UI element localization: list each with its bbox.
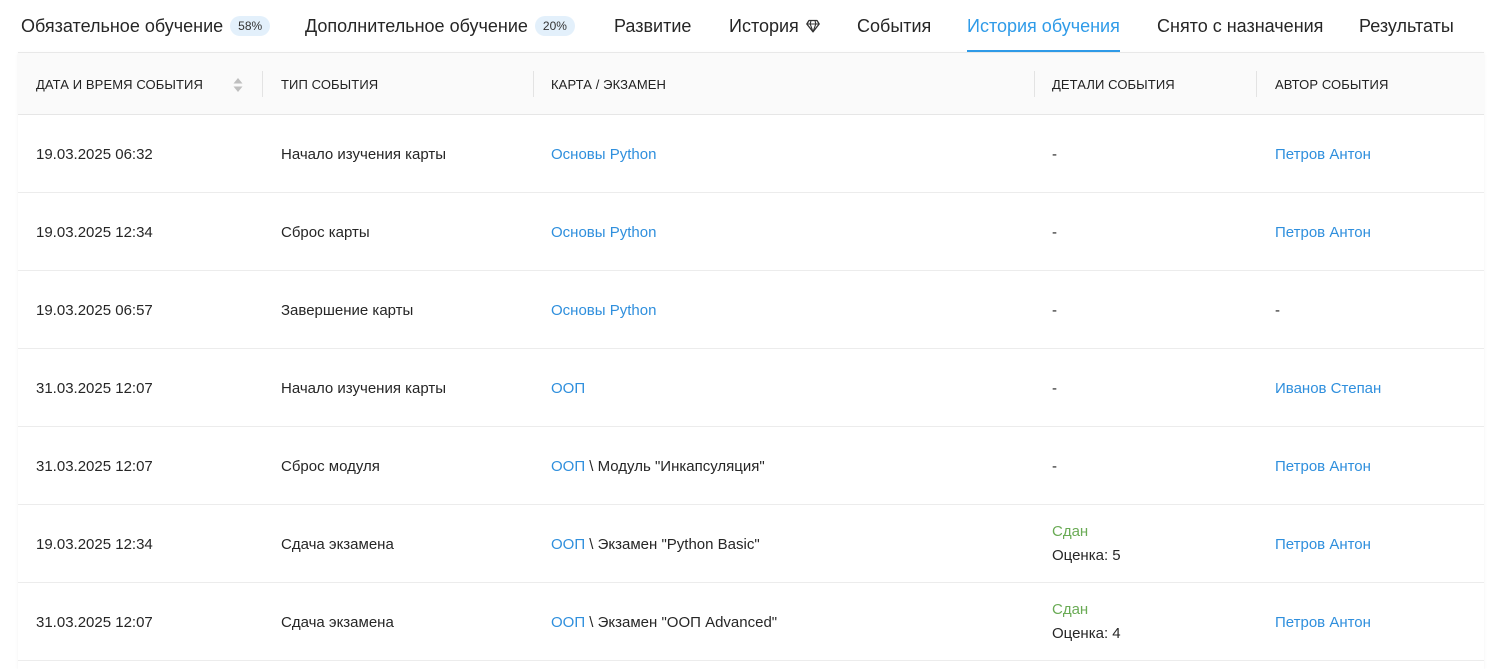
cell-datetime: 31.03.2025 12:07 (36, 379, 153, 397)
learning-history-table: ДАТА И ВРЕМЯ СОБЫТИЯ ТИП СОБЫТИЯ КАРТА /… (18, 52, 1484, 669)
cell-datetime: 31.03.2025 12:07 (36, 613, 153, 631)
tab-events[interactable]: События (857, 0, 931, 52)
column-divider (1256, 71, 1257, 97)
table-row: 31.03.2025 12:07 Сброс модуля ООП \ Моду… (18, 427, 1484, 505)
cell-details: - (1052, 301, 1057, 319)
column-header-datetime[interactable]: ДАТА И ВРЕМЯ СОБЫТИЯ (36, 53, 203, 115)
exam-name: \ Экзамен "Python Basic" (589, 535, 760, 553)
cell-card: ООП \ Модуль "Инкапсуляция" (551, 427, 765, 505)
tab-additional-learning[interactable]: Дополнительное обучение 20% (305, 0, 575, 52)
tab-learning-history[interactable]: История обучения (967, 0, 1120, 52)
author-link[interactable]: Иванов Степан (1275, 380, 1381, 397)
cell-author: Петров Антон (1275, 505, 1371, 583)
cell-event-type: Начало изучения карты (281, 379, 447, 397)
card-link[interactable]: Основы Python (551, 224, 656, 241)
exam-grade: Оценка: 4 (1052, 625, 1121, 642)
table-header: ДАТА И ВРЕМЯ СОБЫТИЯ ТИП СОБЫТИЯ КАРТА /… (18, 53, 1484, 115)
cell-datetime: 19.03.2025 06:32 (36, 145, 153, 163)
tab-label: Обязательное обучение (21, 15, 224, 36)
cell-card: Основы Python (551, 271, 656, 349)
column-header-label: КАРТА / ЭКЗАМЕН (551, 76, 667, 92)
table-row: 31.03.2025 12:07 Начало изучения карты О… (18, 349, 1484, 427)
tab-label: Дополнительное обучение (305, 15, 528, 36)
column-header-label: ДЕТАЛИ СОБЫТИЯ (1052, 76, 1175, 92)
cell-event-type: Сброс модуля (281, 457, 380, 475)
cell-card: Основы Python (551, 115, 656, 193)
table-row: 19.03.2025 12:34 Сброс карты Основы Pyth… (18, 193, 1484, 271)
author-link[interactable]: Петров Антон (1275, 614, 1371, 631)
tab-unassigned[interactable]: Снято с назначения (1157, 0, 1323, 52)
column-divider (533, 71, 534, 97)
tab-label: История (729, 15, 799, 36)
cell-details: Сдан Оценка: 5 (1052, 505, 1121, 583)
cell-author: - (1275, 301, 1280, 319)
cell-card: ООП \ Экзамен "Python Basic" (551, 505, 760, 583)
tab-history[interactable]: История (729, 0, 820, 52)
cell-details: - (1052, 457, 1057, 475)
tab-bar: Обязательное обучение 58% Дополнительное… (0, 0, 1491, 52)
cell-author: Петров Антон (1275, 427, 1371, 505)
tab-label: Развитие (614, 15, 692, 36)
tab-results[interactable]: Результаты (1359, 0, 1454, 52)
card-link[interactable]: ООП (551, 380, 585, 397)
column-header-label: ДАТА И ВРЕМЯ СОБЫТИЯ (36, 76, 203, 92)
cell-card: ООП \ Экзамен "ООП Advanced" (551, 583, 777, 661)
tab-label: История обучения (967, 15, 1120, 36)
cell-event-type: Сдача экзамена (281, 613, 394, 631)
cell-details: - (1052, 223, 1057, 241)
status-passed: Сдан (1052, 601, 1089, 618)
tab-development[interactable]: Развитие (614, 0, 691, 52)
cell-datetime: 19.03.2025 06:57 (36, 301, 153, 319)
card-link[interactable]: Основы Python (551, 302, 656, 319)
column-header-label: АВТОР СОБЫТИЯ (1275, 76, 1389, 92)
exam-grade: Оценка: 5 (1052, 547, 1121, 564)
cell-details: - (1052, 145, 1057, 163)
table-row: 19.03.2025 12:34 Сдача экзамена ООП \ Эк… (18, 505, 1484, 583)
tab-label: Снято с назначения (1157, 15, 1324, 36)
card-link[interactable]: ООП (551, 458, 585, 475)
column-divider (262, 71, 263, 97)
cell-datetime: 31.03.2025 12:07 (36, 457, 153, 475)
cell-event-type: Сброс карты (281, 223, 370, 241)
author-link[interactable]: Петров Антон (1275, 536, 1371, 553)
author-link[interactable]: Петров Антон (1275, 458, 1371, 475)
cell-details: Сдан Оценка: 4 (1052, 583, 1121, 661)
cell-card: ООП (551, 349, 585, 427)
column-header-event-author: АВТОР СОБЫТИЯ (1275, 53, 1388, 115)
cell-event-type: Завершение карты (281, 301, 414, 319)
tab-mandatory-learning[interactable]: Обязательное обучение 58% (21, 0, 271, 52)
module-name: \ Модуль "Инкапсуляция" (589, 457, 765, 475)
table-row: 19.03.2025 06:32 Начало изучения карты О… (18, 115, 1484, 193)
column-header-label: ТИП СОБЫТИЯ (281, 76, 379, 92)
sort-icon[interactable] (233, 77, 243, 93)
card-link[interactable]: Основы Python (551, 146, 656, 163)
cell-event-type: Сдача экзамена (281, 535, 394, 553)
cell-datetime: 19.03.2025 12:34 (36, 223, 153, 241)
author-link[interactable]: Петров Антон (1275, 224, 1371, 241)
cell-author: Петров Антон (1275, 193, 1371, 271)
status-passed: Сдан (1052, 523, 1089, 540)
cell-card: Основы Python (551, 193, 656, 271)
column-header-event-type: ТИП СОБЫТИЯ (281, 53, 378, 115)
progress-badge: 58% (230, 16, 271, 36)
table-row: 31.03.2025 12:07 Сдача экзамена ООП \ Эк… (18, 583, 1484, 661)
exam-name: \ Экзамен "ООП Advanced" (589, 613, 778, 631)
cell-event-type: Начало изучения карты (281, 145, 447, 163)
card-link[interactable]: ООП (551, 614, 585, 631)
cell-author: Петров Антон (1275, 115, 1371, 193)
tab-label: Результаты (1359, 15, 1454, 36)
author-link[interactable]: Петров Антон (1275, 146, 1371, 163)
cell-author: Иванов Степан (1275, 349, 1381, 427)
card-link[interactable]: ООП (551, 536, 585, 553)
table-row: 19.03.2025 06:57 Завершение карты Основы… (18, 271, 1484, 349)
column-header-event-details: ДЕТАЛИ СОБЫТИЯ (1052, 53, 1175, 115)
diamond-icon (805, 19, 820, 33)
cell-author: Петров Антон (1275, 583, 1371, 661)
progress-badge: 20% (534, 16, 575, 36)
tab-label: События (857, 15, 932, 36)
column-divider (1034, 71, 1035, 97)
cell-details: - (1052, 379, 1057, 397)
cell-datetime: 19.03.2025 12:34 (36, 535, 153, 553)
column-header-card-exam: КАРТА / ЭКЗАМЕН (551, 53, 666, 115)
